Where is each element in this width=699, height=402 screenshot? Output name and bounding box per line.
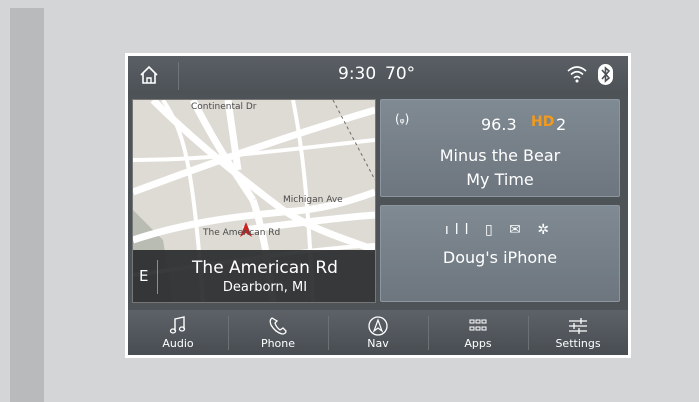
- antenna-icon: (ᵩ): [395, 112, 410, 126]
- bluetooth-icon: [598, 64, 613, 85]
- infotainment-screen: 9:30 70° Continental Dr Michigan Ave The…: [125, 53, 631, 358]
- map-label-michigan: Michigan Ave: [283, 195, 343, 205]
- navigation-arrow-icon: [368, 316, 388, 336]
- current-street: The American Rd: [192, 258, 338, 278]
- sliders-icon: [569, 318, 587, 334]
- nav-apps-label: Apps: [464, 337, 492, 350]
- hd-radio-icon: HD: [531, 114, 555, 130]
- map-view[interactable]: Continental Dr Michigan Ave The American…: [132, 99, 376, 303]
- map-label-continental: Continental Dr: [191, 102, 257, 112]
- bottom-nav-bar: Audio Phone Nav Apps Settings: [128, 310, 628, 355]
- outside-temperature: 70°: [385, 64, 416, 84]
- nav-settings-label: Settings: [555, 337, 601, 350]
- nav-audio-label: Audio: [162, 337, 194, 350]
- nav-nav-button[interactable]: Nav: [328, 310, 428, 355]
- current-location-banner: E The American Rd Dearborn, MI: [133, 250, 375, 302]
- banner-divider: [157, 260, 158, 294]
- radio-frequency: 96.3: [481, 115, 517, 134]
- compass-direction: E: [139, 267, 149, 285]
- status-bar: 9:30 70°: [128, 56, 628, 95]
- current-city: Dearborn, MI: [222, 280, 308, 295]
- status-divider: [178, 62, 179, 90]
- hd-channel: 2: [556, 115, 567, 134]
- phone-device-name: Doug's iPhone: [442, 248, 558, 267]
- track-artist: Minus the Bear: [439, 146, 561, 165]
- phone-handset-icon: [269, 317, 287, 335]
- track-title: My Time: [466, 170, 534, 189]
- nav-phone-label: Phone: [260, 337, 296, 350]
- nav-audio-button[interactable]: Audio: [128, 310, 228, 355]
- wifi-icon: [567, 66, 587, 83]
- radio-tile[interactable]: (ᵩ) 96.3 HD 2 Minus the Bear My Time: [380, 99, 620, 197]
- apps-grid-icon: [469, 319, 487, 331]
- phone-status-icons: ıll ▯ ✉ ✲: [444, 222, 556, 238]
- nav-nav-label: Nav: [367, 337, 389, 350]
- music-note-icon: [169, 316, 186, 334]
- map-label-american: The American Rd: [203, 228, 281, 238]
- side-panel-strip: [10, 8, 44, 402]
- nav-settings-button[interactable]: Settings: [528, 310, 628, 355]
- home-icon[interactable]: [138, 64, 160, 86]
- phone-tile[interactable]: ıll ▯ ✉ ✲ Doug's iPhone: [380, 205, 620, 302]
- clock-time: 9:30: [338, 64, 377, 84]
- nav-phone-button[interactable]: Phone: [228, 310, 328, 355]
- nav-apps-button[interactable]: Apps: [428, 310, 528, 355]
